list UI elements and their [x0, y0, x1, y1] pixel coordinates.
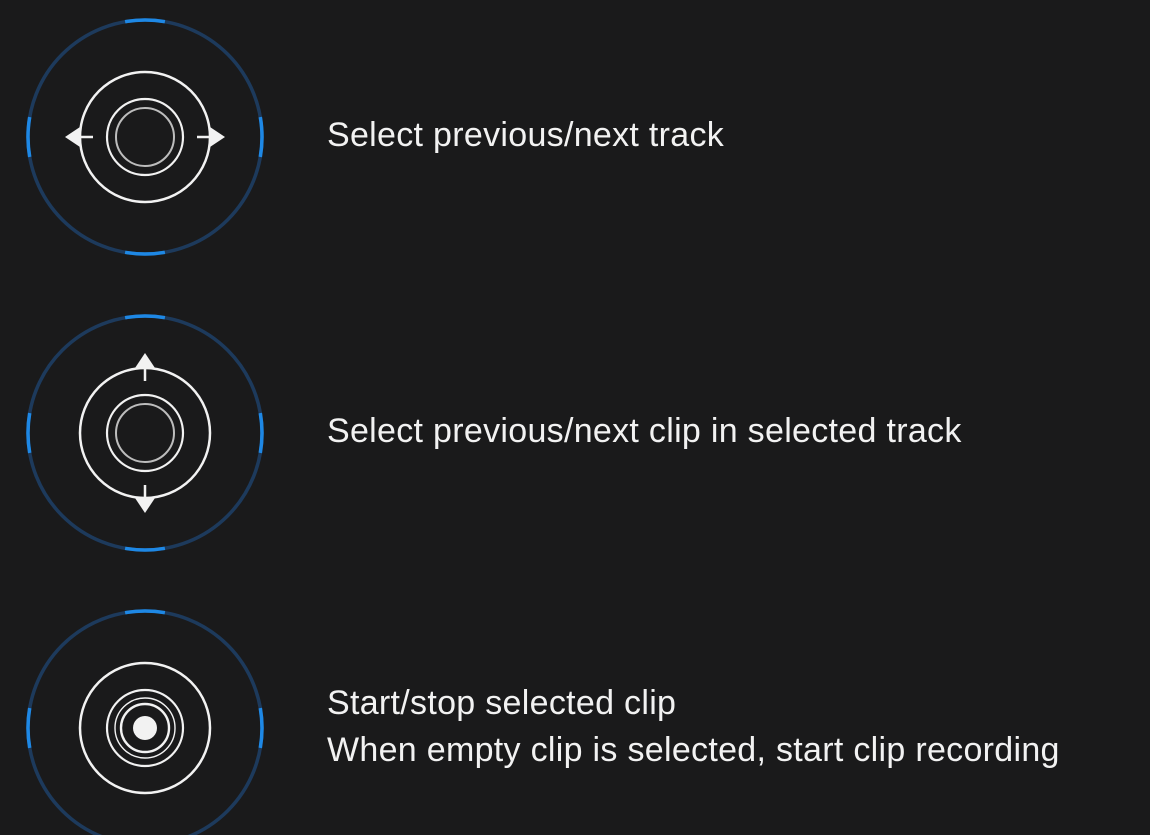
joystick-press-icon	[25, 608, 265, 835]
gesture-label: Start/stop selected clip When empty clip…	[327, 680, 1060, 774]
joystick-up-down-icon	[25, 313, 265, 553]
gesture-label-line: Select previous/next clip in selected tr…	[327, 412, 962, 450]
gesture-label-line: Start/stop selected clip	[327, 684, 677, 722]
gesture-label-line: Select previous/next track	[327, 116, 725, 154]
joystick-left-right-icon	[25, 17, 265, 257]
gesture-label: Select previous/next track	[327, 112, 724, 159]
gesture-label: Select previous/next clip in selected tr…	[327, 408, 962, 455]
gesture-label-line: When empty clip is selected, start clip …	[327, 731, 1060, 769]
